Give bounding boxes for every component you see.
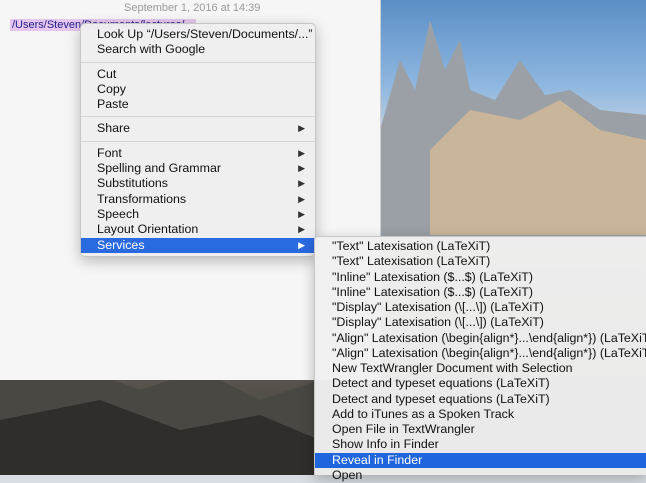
submenu-arrow-icon: ▶ <box>298 208 305 219</box>
menu-item-paste[interactable]: Paste <box>81 97 315 112</box>
menu-item-share[interactable]: Share ▶ <box>81 121 315 136</box>
service-align-latexisation[interactable]: "Align" Latexisation (\begin{align*}...\… <box>315 331 646 346</box>
service-detect-typeset-equations[interactable]: Detect and typeset equations (LaTeXiT) <box>315 376 646 391</box>
service-display-latexisation[interactable]: "Display" Latexisation (\[...\]) (LaTeXi… <box>315 300 646 315</box>
service-show-info-in-finder[interactable]: Show Info in Finder <box>315 437 646 452</box>
menu-item-cut[interactable]: Cut <box>81 67 315 82</box>
service-text-latexisation[interactable]: "Text" Latexisation (LaTeXiT) <box>315 254 646 269</box>
service-detect-typeset-equations[interactable]: Detect and typeset equations (LaTeXiT) <box>315 392 646 407</box>
menu-item-layout-orientation[interactable]: Layout Orientation ▶ <box>81 222 315 237</box>
menu-item-speech[interactable]: Speech ▶ <box>81 207 315 222</box>
service-new-textwrangler-document[interactable]: New TextWrangler Document with Selection <box>315 361 646 376</box>
menu-item-services[interactable]: Services ▶ <box>81 237 315 253</box>
service-align-latexisation[interactable]: "Align" Latexisation (\begin{align*}...\… <box>315 346 646 361</box>
context-menu: Look Up “/Users/Steven/Documents/...” Se… <box>80 23 316 257</box>
menu-separator <box>81 61 315 63</box>
menu-item-spelling-grammar[interactable]: Spelling and Grammar ▶ <box>81 161 315 176</box>
service-reveal-in-finder[interactable]: Reveal in Finder <box>315 452 646 468</box>
service-open[interactable]: Open <box>315 468 646 483</box>
service-text-latexisation[interactable]: "Text" Latexisation (LaTeXiT) <box>315 239 646 254</box>
submenu-arrow-icon: ▶ <box>298 147 305 158</box>
menu-item-look-up[interactable]: Look Up “/Users/Steven/Documents/...” <box>81 27 315 42</box>
submenu-arrow-icon: ▶ <box>298 193 305 204</box>
service-display-latexisation[interactable]: "Display" Latexisation (\[...\]) (LaTeXi… <box>315 315 646 330</box>
services-submenu: "Text" Latexisation (LaTeXiT) "Text" Lat… <box>314 236 646 482</box>
menu-item-transformations[interactable]: Transformations ▶ <box>81 192 315 207</box>
menu-item-copy[interactable]: Copy <box>81 82 315 97</box>
service-inline-latexisation[interactable]: "Inline" Latexisation ($...$) (LaTeXiT) <box>315 285 646 300</box>
service-open-in-textwrangler[interactable]: Open File in TextWrangler <box>315 422 646 437</box>
submenu-arrow-icon: ▶ <box>298 123 305 134</box>
menu-item-font[interactable]: Font ▶ <box>81 146 315 161</box>
menu-separator <box>81 140 315 142</box>
submenu-arrow-icon: ▶ <box>298 163 305 174</box>
service-inline-latexisation[interactable]: "Inline" Latexisation ($...$) (LaTeXiT) <box>315 270 646 285</box>
submenu-arrow-icon: ▶ <box>298 239 305 250</box>
note-date: September 1, 2016 at 14:39 <box>124 2 261 14</box>
menu-separator <box>81 116 315 118</box>
menu-item-search-google[interactable]: Search with Google <box>81 42 315 57</box>
submenu-arrow-icon: ▶ <box>298 178 305 189</box>
service-add-to-itunes[interactable]: Add to iTunes as a Spoken Track <box>315 407 646 422</box>
menu-item-substitutions[interactable]: Substitutions ▶ <box>81 176 315 191</box>
submenu-arrow-icon: ▶ <box>298 224 305 235</box>
